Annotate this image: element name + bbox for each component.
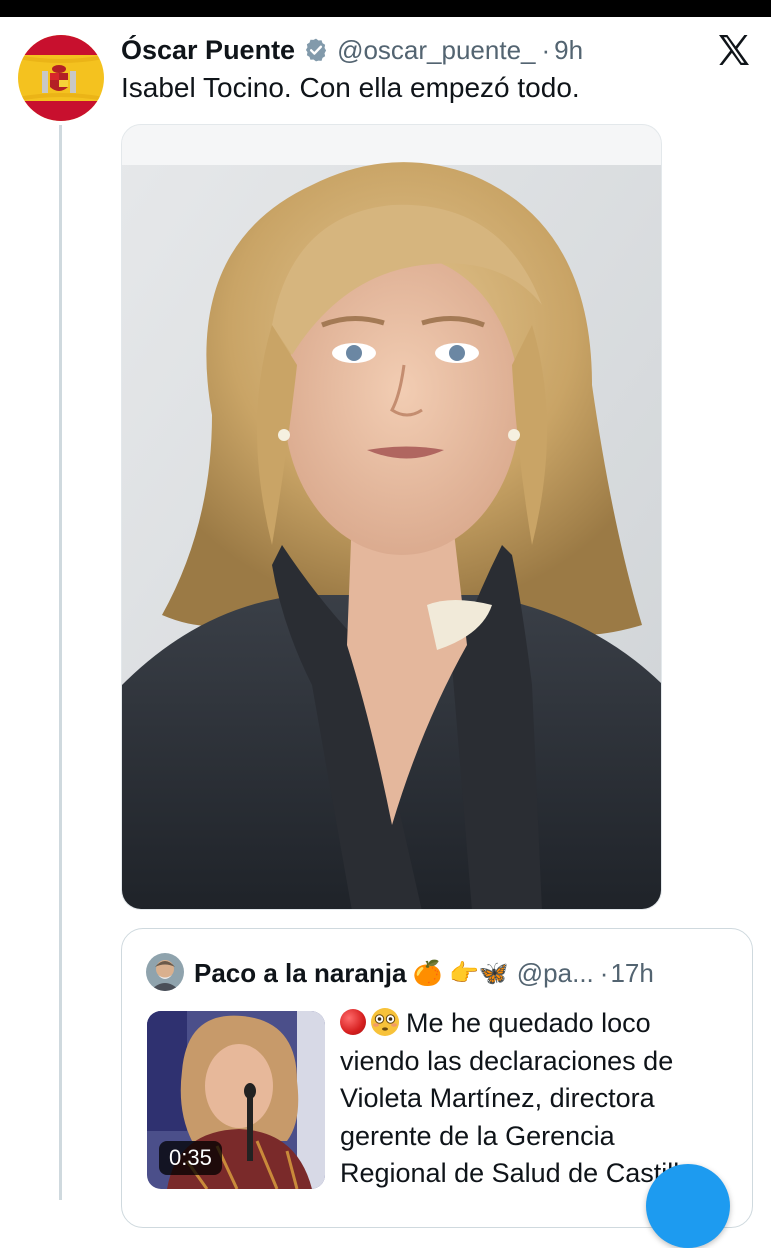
separator-dot: ·	[541, 34, 551, 65]
quote-text-line: Me he quedado loco	[340, 1005, 740, 1043]
quote-text-line-2: viendo las declaraciones de	[340, 1045, 674, 1076]
quote-avatar-image	[146, 953, 184, 991]
quote-author-handle[interactable]: @pa...	[517, 958, 594, 989]
separator-dot: ·	[599, 957, 609, 988]
quote-text-line-1: Me he quedado loco	[406, 1008, 651, 1038]
red-circle-emoji	[340, 1009, 366, 1035]
quote-video-thumbnail[interactable]: 0:35	[147, 1011, 325, 1189]
spain-flag-avatar-image	[18, 35, 104, 121]
tweet-time[interactable]: 9h	[554, 35, 583, 66]
thread-line	[59, 125, 62, 1200]
quote-text-line-3: Violeta Martínez, directora	[340, 1083, 655, 1113]
video-duration-badge: 0:35	[159, 1141, 222, 1175]
compose-fab-button[interactable]	[646, 1164, 730, 1248]
flushed-face-emoji	[371, 1008, 399, 1036]
status-bar	[0, 0, 771, 17]
quote-time[interactable]: 17h	[610, 958, 653, 989]
tweet-text: Isabel Tocino. Con ella empezó todo.	[121, 72, 580, 103]
quote-author-name[interactable]: Paco a la naranja	[194, 958, 406, 989]
quote-text-line-4: gerente de la Gerencia	[340, 1120, 615, 1151]
x-logo-icon[interactable]	[716, 32, 752, 68]
quote-author-emojis: 🍊 👉🦋	[412, 959, 509, 987]
author-name[interactable]: Óscar Puente	[121, 35, 295, 66]
tweet-photo[interactable]	[121, 124, 662, 910]
quote-author-avatar[interactable]	[146, 953, 184, 991]
verified-badge-icon	[306, 38, 327, 62]
author-handle[interactable]: @oscar_puente_	[337, 35, 535, 66]
author-avatar[interactable]	[18, 35, 104, 121]
quote-header: Paco a la naranja 🍊 👉🦋 @pa... · 17h	[194, 953, 654, 993]
tweet-header: Óscar Puente @oscar_puente_ · 9h	[121, 30, 583, 70]
portrait-image	[122, 125, 661, 909]
